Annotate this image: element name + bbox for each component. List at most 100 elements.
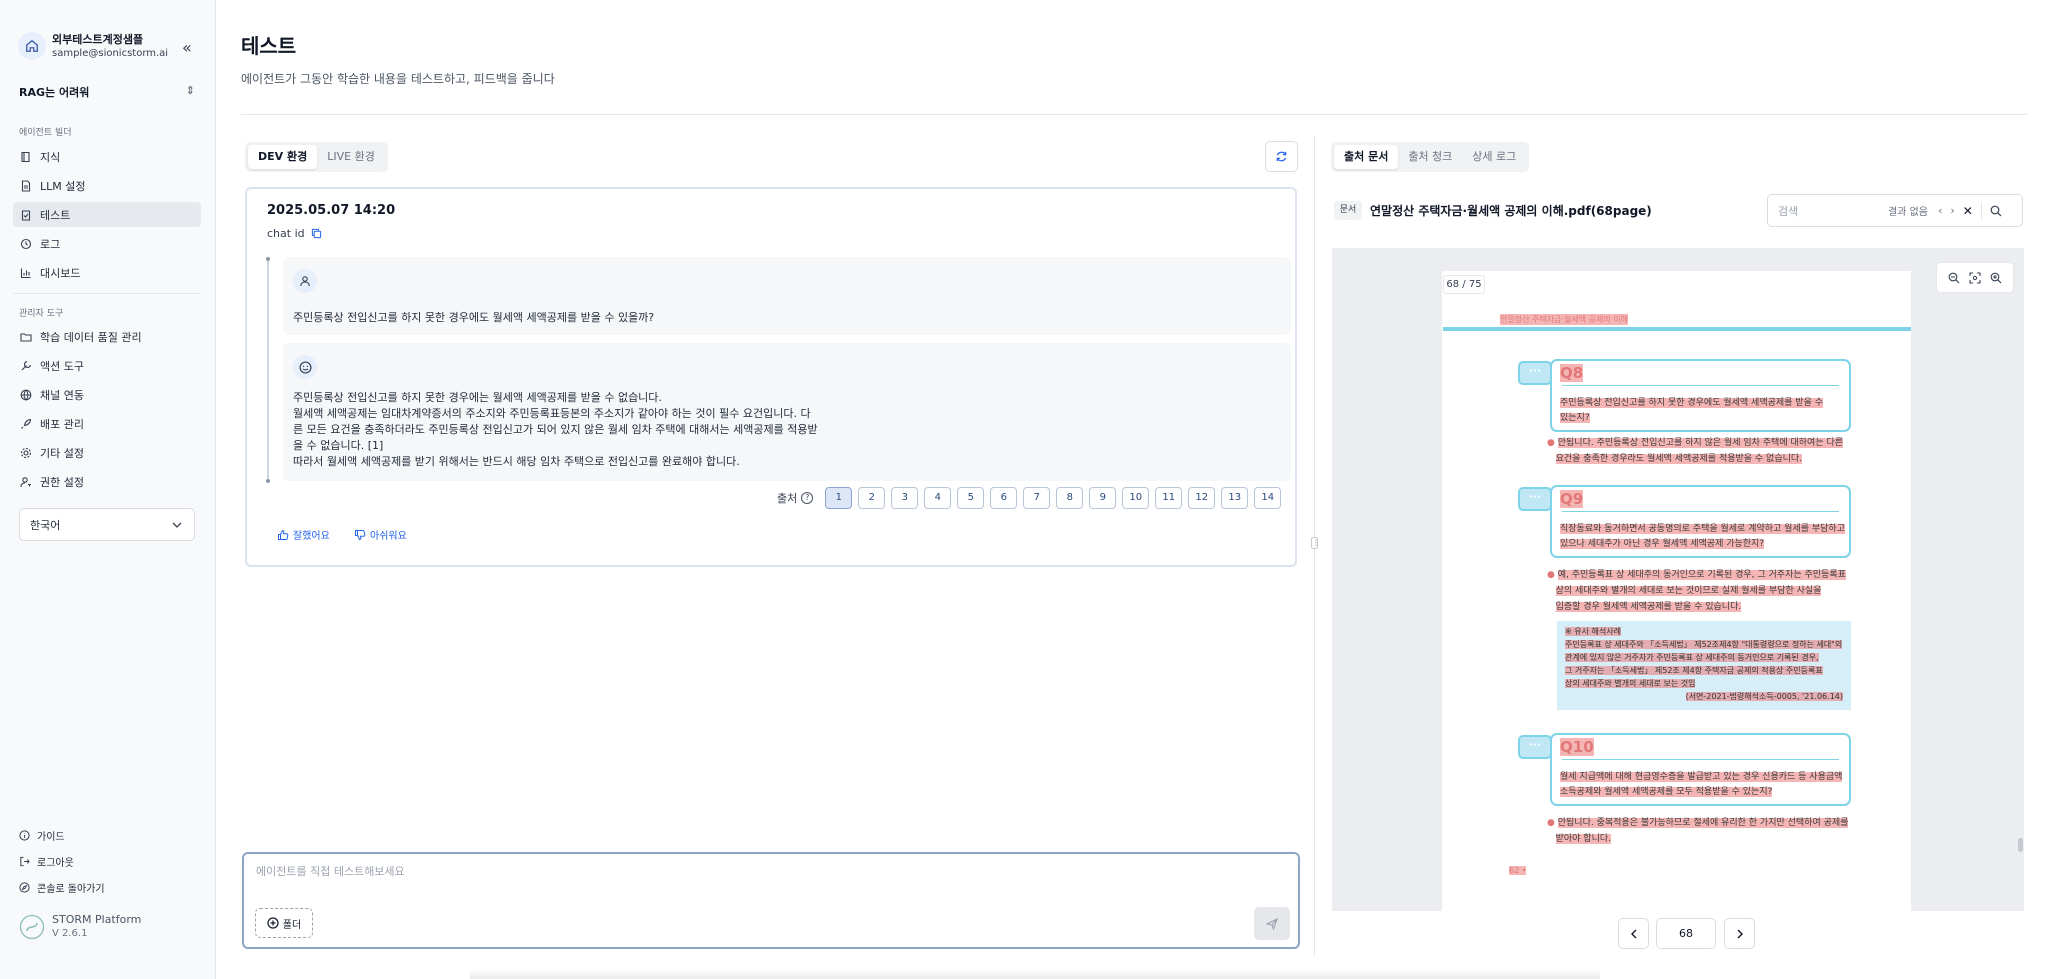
page-number-input[interactable]: 68 [1656, 918, 1716, 949]
send-icon [1266, 917, 1278, 930]
globe-icon [20, 389, 32, 401]
sidebar-item-deploy[interactable]: 배포 관리 [13, 411, 201, 436]
pdf-question-line: 월세 지급액에 대해 현금영수증을 발급받고 있는 경우 신용카드 등 사용금액 [1560, 772, 1843, 782]
copy-icon[interactable] [311, 228, 322, 239]
logout-link[interactable]: 로그아웃 [19, 854, 74, 869]
sidebar-item-misc-settings[interactable]: 기타 설정 [13, 440, 201, 465]
sidebar-item-label: 배포 관리 [40, 417, 84, 431]
pdf-example-line: 주민등록표 상 세대주와 「소득세법」 제52조제4항 "대통령령으로 정하는 … [1565, 640, 1843, 649]
pdf-answer-line: 요건을 충족한 경우라도 월세액 세액공제를 적용받을 수 없습니다. [1555, 454, 1803, 464]
refresh-button[interactable] [1265, 141, 1298, 172]
send-button[interactable] [1254, 907, 1290, 940]
sidebar-item-knowledge[interactable]: 지식 [13, 144, 201, 169]
tab-source-chunks[interactable]: 출처 청크 [1398, 145, 1462, 169]
sidebar-item-channel[interactable]: 채널 연동 [13, 382, 201, 407]
page-title: 테스트 [241, 34, 297, 58]
document-search: 검색 결과 없음 ‹ › ✕ [1767, 194, 2023, 227]
sidebar-item-label: LLM 설정 [40, 179, 86, 193]
source-tabs: 출처 문서 출처 청크 상세 로그 [1331, 142, 1530, 172]
resize-handle[interactable]: ⋮ [1311, 537, 1320, 549]
feedback-good-button[interactable]: 잘했어요 [277, 527, 330, 542]
back-to-console-label: 콘솔로 돌아가기 [37, 884, 105, 895]
pdf-answer-line: 입증할 경우 월세액 세액공제를 받을 수 있습니다. [1555, 602, 1742, 612]
search-input[interactable]: 검색 [1778, 203, 1888, 219]
search-icon[interactable] [1990, 205, 2002, 217]
sidebar-item-label: 권한 설정 [40, 475, 84, 489]
feedback-bad-button[interactable]: 아쉬워요 [354, 527, 407, 542]
pdf-box-rule [1562, 759, 1839, 760]
zoom-in-icon[interactable] [1990, 272, 2002, 284]
builder-group-label: 에이전트 빌더 [19, 128, 72, 138]
answer-line: 주민등록상 전입신고를 하지 못한 경우에는 월세액 세액공제를 받을 수 없습… [293, 391, 662, 404]
source-page-button[interactable]: 14 [1254, 487, 1282, 509]
sidebar-item-data-quality[interactable]: 학습 데이터 품질 관리 [13, 324, 201, 349]
source-page-button[interactable]: 5 [957, 487, 985, 509]
search-result-count: 결과 없음 [1888, 207, 1928, 218]
source-page-button[interactable]: 3 [891, 487, 919, 509]
book-icon [21, 151, 30, 162]
search-divider [1980, 201, 1982, 220]
sidebar-item-llm[interactable]: LLM 설정 [13, 173, 201, 198]
source-page-button[interactable]: 9 [1089, 487, 1117, 509]
sidebar-item-label: 액션 도구 [40, 359, 84, 373]
source-page-button[interactable]: 11 [1155, 487, 1183, 509]
user-key-icon [20, 476, 31, 487]
pdf-question-line: 주민등록상 전입신고를 하지 못한 경우에도 월세액 세액공제를 받을 수 [1560, 398, 1824, 408]
source-page-button[interactable]: 10 [1122, 487, 1150, 509]
help-icon[interactable]: ? [801, 492, 814, 504]
folder-button[interactable]: 폴더 [255, 908, 313, 938]
guide-link[interactable]: 가이드 [19, 828, 65, 843]
source-page-button[interactable]: 13 [1221, 487, 1249, 509]
thumbs-down-icon [355, 529, 366, 540]
pdf-example-box: ※ 유사 해석사례 주민등록표 상 세대주와 「소득세법」 제52조제4항 "대… [1557, 621, 1851, 710]
account-switcher[interactable]: 외부테스트계정샘플 sample@sionicstorm.ai [18, 32, 168, 60]
timeline-dot [266, 479, 270, 483]
pdf-page-number: 62 • [1509, 866, 1527, 875]
prev-page-button[interactable] [1618, 918, 1649, 949]
fit-to-screen-icon[interactable] [1969, 271, 1981, 284]
tab-detail-log[interactable]: 상세 로그 [1462, 145, 1526, 169]
sidebar-item-permissions[interactable]: 권한 설정 [13, 469, 201, 494]
tab-live-env[interactable]: LIVE 환경 [317, 145, 385, 169]
sidebar-item-test[interactable]: 테스트 [13, 202, 201, 227]
chat-input-placeholder[interactable]: 에이전트를 직접 테스트해보세요 [256, 863, 405, 879]
source-page-button[interactable]: 2 [858, 487, 886, 509]
back-to-console-link[interactable]: 콘솔로 돌아가기 [19, 880, 105, 895]
tab-source-documents[interactable]: 출처 문서 [1334, 145, 1399, 169]
bar-chart-icon [20, 268, 31, 278]
source-page-button[interactable]: 8 [1056, 487, 1084, 509]
source-page-button[interactable]: 4 [924, 487, 952, 509]
next-page-button[interactable] [1724, 918, 1755, 949]
search-prev-icon[interactable]: ‹ [1938, 204, 1942, 217]
document-tag: 문서 [1334, 201, 1362, 220]
project-selector[interactable]: RAG는 어려워 ⇕ [19, 84, 195, 100]
chat-session-card: 2025.05.07 14:20 chat id 주민등록상 전입신고를 하지 … [245, 187, 1297, 567]
source-page-button[interactable]: 12 [1188, 487, 1216, 509]
zoom-out-icon[interactable] [1948, 272, 1960, 284]
sidebar-item-dashboard[interactable]: 대시보드 [13, 260, 201, 285]
pdf-question-number: Q9 [1560, 490, 1584, 508]
pdf-question-number: Q8 [1560, 364, 1584, 382]
speech-bubble-icon: ··· [1518, 361, 1552, 385]
source-page-button[interactable]: 6 [990, 487, 1018, 509]
pdf-question-box: Q9 직장동료와 동거하면서 공동명의로 주택을 월세로 계약하고 월세를 부담… [1550, 485, 1851, 558]
pdf-box-rule [1562, 511, 1839, 512]
search-next-icon[interactable]: › [1950, 204, 1954, 217]
sidebar-item-action-tools[interactable]: 액션 도구 [13, 353, 201, 378]
viewer-scrollbar[interactable] [2018, 838, 2023, 852]
search-clear-icon[interactable]: ✕ [1963, 204, 1973, 218]
pdf-question-box: Q8 주민등록상 전입신고를 하지 못한 경우에도 월세액 세액공제를 받을 수… [1550, 359, 1851, 432]
answer-line: 따라서 월세액 세액공제를 받기 위해서는 반드시 해당 임차 주택으로 전입신… [293, 455, 740, 468]
collapse-sidebar-icon[interactable]: « [182, 38, 192, 57]
pdf-example-line: ※ 유사 해석사례 [1565, 627, 1621, 636]
wrench-icon [21, 360, 32, 370]
language-select[interactable]: 한국어 [19, 508, 195, 541]
agent-avatar-icon [293, 355, 317, 379]
source-page-button[interactable]: 1 [825, 487, 853, 509]
sidebar-item-log[interactable]: 로그 [13, 231, 201, 256]
source-page-button[interactable]: 7 [1023, 487, 1051, 509]
tab-dev-env[interactable]: DEV 환경 [248, 145, 318, 169]
sidebar-item-label: 채널 연동 [40, 388, 84, 402]
chat-input-box[interactable]: 에이전트를 직접 테스트해보세요 폴더 [242, 852, 1300, 949]
header-divider [241, 114, 2027, 115]
